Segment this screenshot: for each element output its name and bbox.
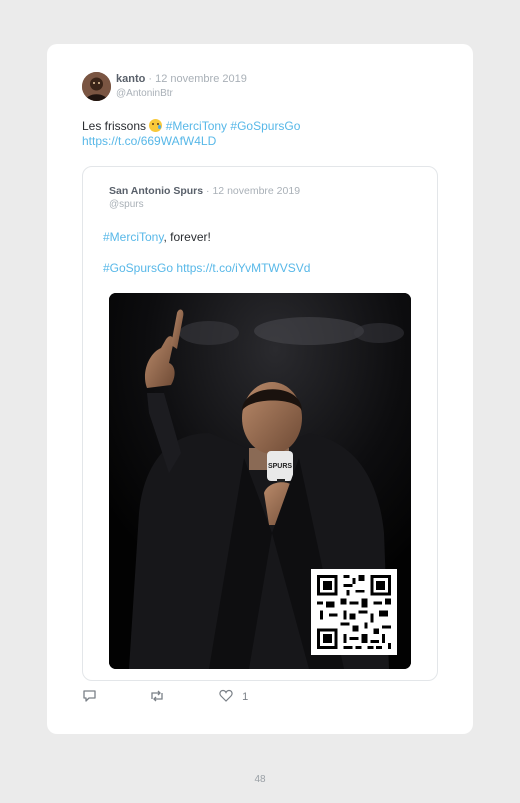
author-handle[interactable]: @AntoninBtr [116,88,173,99]
quoted-hashtag-gospursgo[interactable]: #GoSpursGo [103,261,173,275]
retweet-icon[interactable] [149,689,165,706]
crying-face-icon [149,119,163,132]
tweet-date[interactable]: 12 novembre 2019 [155,73,247,85]
quoted-link[interactable]: https://t.co/iYvMTWVSVd [176,261,310,275]
quoted-header: San Antonio Spurs · 12 novembre 2019 [109,185,300,197]
tweet-text: Les frissons #MerciTony #GoSpursGo https… [82,119,442,149]
header-separator: · [145,73,156,85]
tweet-header: kanto · 12 novembre 2019 [116,73,247,85]
author-avatar[interactable] [82,72,111,101]
quoted-handle[interactable]: @spurs [109,199,144,210]
heart-icon[interactable] [219,689,233,703]
like-count: 1 [242,691,249,703]
quoted-tweet[interactable]: San Antonio Spurs · 12 novembre 2019 @sp… [82,166,438,681]
quoted-author-name[interactable]: San Antonio Spurs [109,185,203,197]
quoted-date[interactable]: 12 novembre 2019 [212,185,300,197]
quoted-photo[interactable]: SPURS [109,293,411,669]
quoted-text-forever: , forever! [163,230,211,244]
quoted-text-line1: #MerciTony, forever! [103,230,211,244]
tweet-card: kanto · 12 novembre 2019 @AntoninBtr Les… [47,44,473,734]
qr-code [311,569,397,655]
tweet-link[interactable]: https://t.co/669WAfW4LD [82,134,216,148]
page-number: 48 [254,774,266,785]
quoted-hashtag-mercitony[interactable]: #MerciTony [103,230,163,244]
hashtag-mercitony[interactable]: #MerciTony [166,119,227,133]
svg-text:SPURS: SPURS [268,463,292,470]
like-button[interactable]: 1 [219,689,248,703]
quoted-text-line2: #GoSpursGo https://t.co/iYvMTWVSVd [103,261,310,275]
tweet-actions: 1 [82,689,382,705]
tweet-text-prefix: Les frissons [82,119,150,133]
author-name[interactable]: kanto [116,73,145,85]
reply-icon[interactable] [82,689,97,706]
hashtag-gospursgo[interactable]: #GoSpursGo [230,119,300,133]
